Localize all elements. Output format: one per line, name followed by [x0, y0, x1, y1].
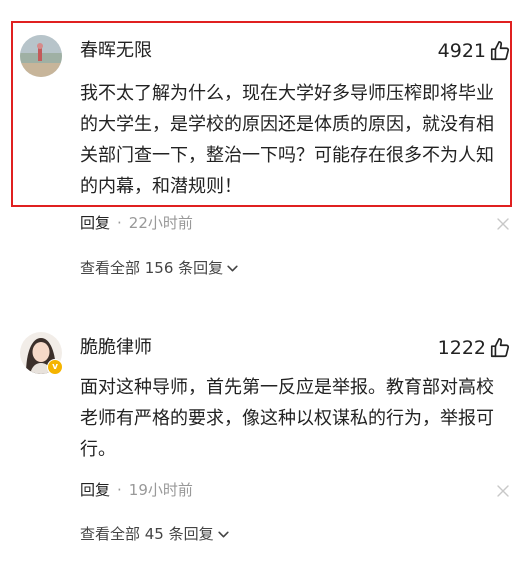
chevron-down-icon: [217, 528, 230, 541]
separator: ·: [117, 481, 122, 499]
view-all-replies-button[interactable]: 查看全部 156 条回复: [80, 258, 239, 278]
username[interactable]: 春晖无限: [80, 39, 152, 63]
like-count: 4921: [437, 40, 486, 62]
thumbs-up-icon[interactable]: [489, 40, 511, 62]
timestamp: 19小时前: [128, 481, 193, 499]
comment-text: 我不太了解为什么，现在大学好多导师压榨即将毕业的大学生，是学校的原因还是体质的原…: [80, 83, 494, 197]
comment-text: 面对这种导师，首先第一反应是举报。教育部对高校老师有严格的要求，像这种以权谋私的…: [80, 377, 494, 460]
close-icon[interactable]: [497, 218, 509, 230]
comment-item: 春晖无限 4921 我不太了解为什么，现在大学好多导师压榨即将毕业的大学生，是学…: [0, 0, 523, 290]
avatar[interactable]: [20, 35, 62, 77]
timestamp: 22小时前: [128, 214, 193, 232]
verified-badge-icon: v: [47, 359, 63, 375]
like-button[interactable]: 1222: [438, 334, 511, 362]
like-button[interactable]: 4921: [438, 37, 511, 65]
view-replies-label: 查看全部 45 条回复: [80, 525, 214, 543]
thumbs-up-icon[interactable]: [489, 337, 511, 359]
close-icon[interactable]: [497, 485, 509, 497]
view-replies-label: 查看全部 156 条回复: [80, 259, 224, 277]
separator: ·: [117, 214, 122, 232]
reply-button[interactable]: 回复: [80, 480, 110, 500]
like-count: 1222: [437, 337, 486, 359]
reply-button[interactable]: 回复: [80, 213, 110, 233]
username[interactable]: 脆脆律师: [80, 336, 152, 360]
comment-meta: 回复 · 22小时前: [80, 213, 193, 233]
comment-meta: 回复 · 19小时前: [80, 480, 193, 500]
view-all-replies-button[interactable]: 查看全部 45 条回复: [80, 524, 230, 544]
chevron-down-icon: [226, 262, 239, 275]
comment-item: v 脆脆律师 1222 面对这种导师，首先第一反应是举报。教育部对高校老师有严格…: [0, 318, 523, 570]
